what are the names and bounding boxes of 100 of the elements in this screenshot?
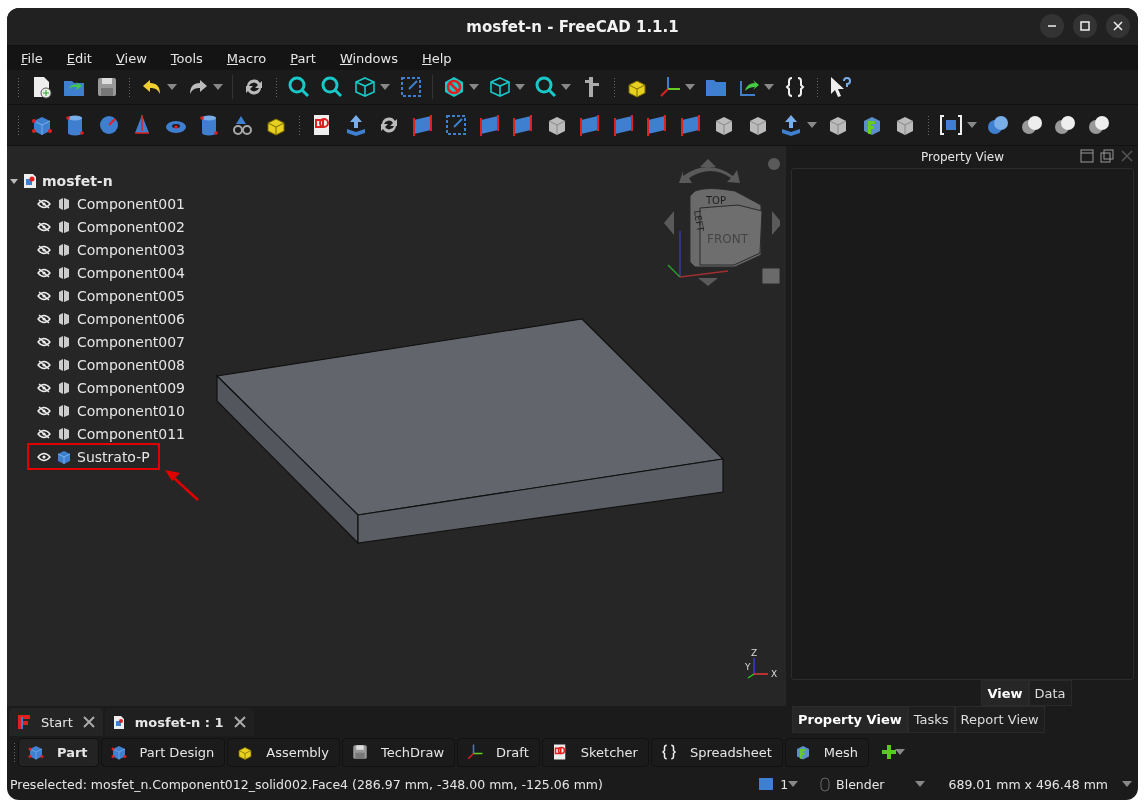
save-icon[interactable]	[95, 75, 119, 99]
caret-icon[interactable]	[380, 84, 390, 90]
plane-icon[interactable]	[578, 113, 602, 137]
balls-icon[interactable]	[1053, 113, 1077, 137]
panel-tab[interactable]: View	[981, 680, 1029, 706]
tree-item[interactable]: Component007	[77, 333, 185, 350]
workbench-tab[interactable]: Assembly	[227, 737, 340, 767]
caret-icon[interactable]	[806, 122, 817, 128]
menu-item[interactable]: Macro	[226, 50, 267, 66]
close-button[interactable]	[1106, 14, 1130, 38]
forbid-icon[interactable]	[442, 75, 466, 99]
tree-item[interactable]: Component006	[77, 310, 185, 327]
menu-item[interactable]: View	[115, 50, 147, 66]
plane-icon[interactable]	[511, 113, 535, 137]
caret-icon[interactable]	[895, 749, 906, 755]
balls-icon[interactable]	[1086, 113, 1111, 137]
hidden-eye-icon[interactable]	[37, 267, 51, 278]
hidden-eye-icon[interactable]	[37, 359, 51, 370]
tree-item[interactable]: mosfet-n	[42, 172, 113, 189]
workbench-tab[interactable]: Part	[18, 737, 99, 767]
axes-icon[interactable]	[658, 75, 682, 99]
panel-tab[interactable]: Report View	[954, 706, 1045, 733]
caret-icon[interactable]	[966, 122, 977, 128]
tree-item[interactable]: Component001	[77, 195, 185, 212]
workbench-tab[interactable]: Sketcher	[541, 737, 649, 767]
expand-caret-icon[interactable]	[10, 176, 18, 185]
arrowup-icon[interactable]	[779, 113, 803, 137]
hidden-eye-icon[interactable]	[37, 428, 51, 439]
menu-item[interactable]: File	[21, 50, 43, 66]
workbench-tab[interactable]: Part Design	[100, 737, 226, 767]
tree-item[interactable]: Component004	[77, 264, 185, 281]
tree-item[interactable]: Component002	[77, 218, 185, 235]
minimize-button[interactable]	[1040, 14, 1064, 38]
cylinder-icon[interactable]	[197, 113, 221, 137]
menu-item[interactable]: Tools	[170, 50, 203, 66]
menu-item[interactable]: Edit	[66, 50, 92, 66]
eye-icon[interactable]	[37, 451, 51, 462]
caret-icon[interactable]	[167, 84, 177, 90]
plane-icon[interactable]	[410, 113, 435, 137]
workbench-tab[interactable]: Draft	[457, 737, 540, 767]
caret-icon[interactable]	[1122, 781, 1132, 787]
tree-item[interactable]: Component010	[77, 402, 185, 419]
menu-item[interactable]: Part	[290, 50, 316, 66]
dashed-icon[interactable]	[444, 113, 468, 137]
hidden-eye-icon[interactable]	[37, 221, 51, 232]
hidden-eye-icon[interactable]	[37, 198, 51, 209]
zoom-icon[interactable]	[287, 75, 311, 99]
panel-tab[interactable]: Data	[1028, 680, 1072, 706]
hidden-eye-icon[interactable]	[37, 290, 51, 301]
panel-tab[interactable]: Tasks	[907, 706, 955, 733]
plane-icon[interactable]	[611, 113, 636, 137]
tree-item[interactable]: Sustrato-P	[77, 448, 150, 465]
view-count[interactable]: 1	[780, 776, 789, 792]
hidden-eye-icon[interactable]	[37, 244, 51, 255]
panel-tab[interactable]: Property View	[792, 706, 908, 733]
workbench-tab[interactable]: Mesh	[784, 737, 870, 767]
tree-item[interactable]: Component005	[77, 287, 185, 304]
caret-icon[interactable]	[561, 84, 571, 90]
add-icon[interactable]	[881, 744, 898, 760]
tree-item[interactable]: Component009	[77, 379, 185, 396]
zoom-icon[interactable]	[320, 75, 344, 99]
balls-icon[interactable]	[1019, 113, 1044, 137]
tree-item[interactable]: Component011	[77, 425, 185, 442]
caret-icon[interactable]	[685, 84, 695, 90]
maximize-button[interactable]	[1073, 14, 1097, 38]
caret-icon[interactable]	[469, 84, 479, 90]
view-icon[interactable]	[758, 777, 775, 791]
navigation-cube[interactable]	[664, 158, 780, 286]
plane-icon[interactable]	[645, 113, 669, 137]
zoom-icon[interactable]	[534, 75, 558, 99]
tree-item[interactable]: Component003	[77, 241, 185, 258]
panel-float-icon[interactable]	[1080, 149, 1094, 163]
document-tab[interactable]: mosfet-n : 1	[104, 708, 254, 736]
close-icon[interactable]	[233, 716, 246, 728]
workbench-tab[interactable]: Spreadsheet	[650, 737, 783, 767]
wirecube-icon[interactable]	[488, 75, 512, 99]
balls2-icon[interactable]	[986, 113, 1010, 137]
hidden-eye-icon[interactable]	[37, 313, 51, 324]
helpcursor-icon[interactable]	[828, 75, 852, 99]
tree-item[interactable]: Component008	[77, 356, 185, 373]
hidden-eye-icon[interactable]	[37, 336, 51, 347]
cylinder-icon[interactable]	[63, 113, 87, 137]
workbench-tab[interactable]: TechDraw	[341, 737, 455, 767]
navigation-style[interactable]: Blender	[836, 776, 885, 792]
braces-icon[interactable]	[783, 75, 807, 99]
document-tab[interactable]: Start	[9, 708, 103, 736]
bracket-icon[interactable]	[939, 113, 963, 137]
hidden-eye-icon[interactable]	[37, 382, 51, 393]
caret-icon[interactable]	[515, 84, 525, 90]
plane-icon[interactable]	[678, 113, 703, 137]
caret-icon[interactable]	[914, 781, 925, 787]
menu-item[interactable]: Windows	[339, 50, 398, 66]
hidden-eye-icon[interactable]	[37, 405, 51, 416]
menu-item[interactable]: Help	[421, 50, 452, 66]
caret-icon[interactable]	[788, 781, 799, 787]
panel-undock-icon[interactable]	[1100, 149, 1114, 163]
wirecube-icon[interactable]	[353, 75, 377, 99]
plane-icon[interactable]	[477, 113, 502, 137]
close-icon[interactable]	[82, 716, 95, 728]
caret-icon[interactable]	[764, 84, 774, 90]
